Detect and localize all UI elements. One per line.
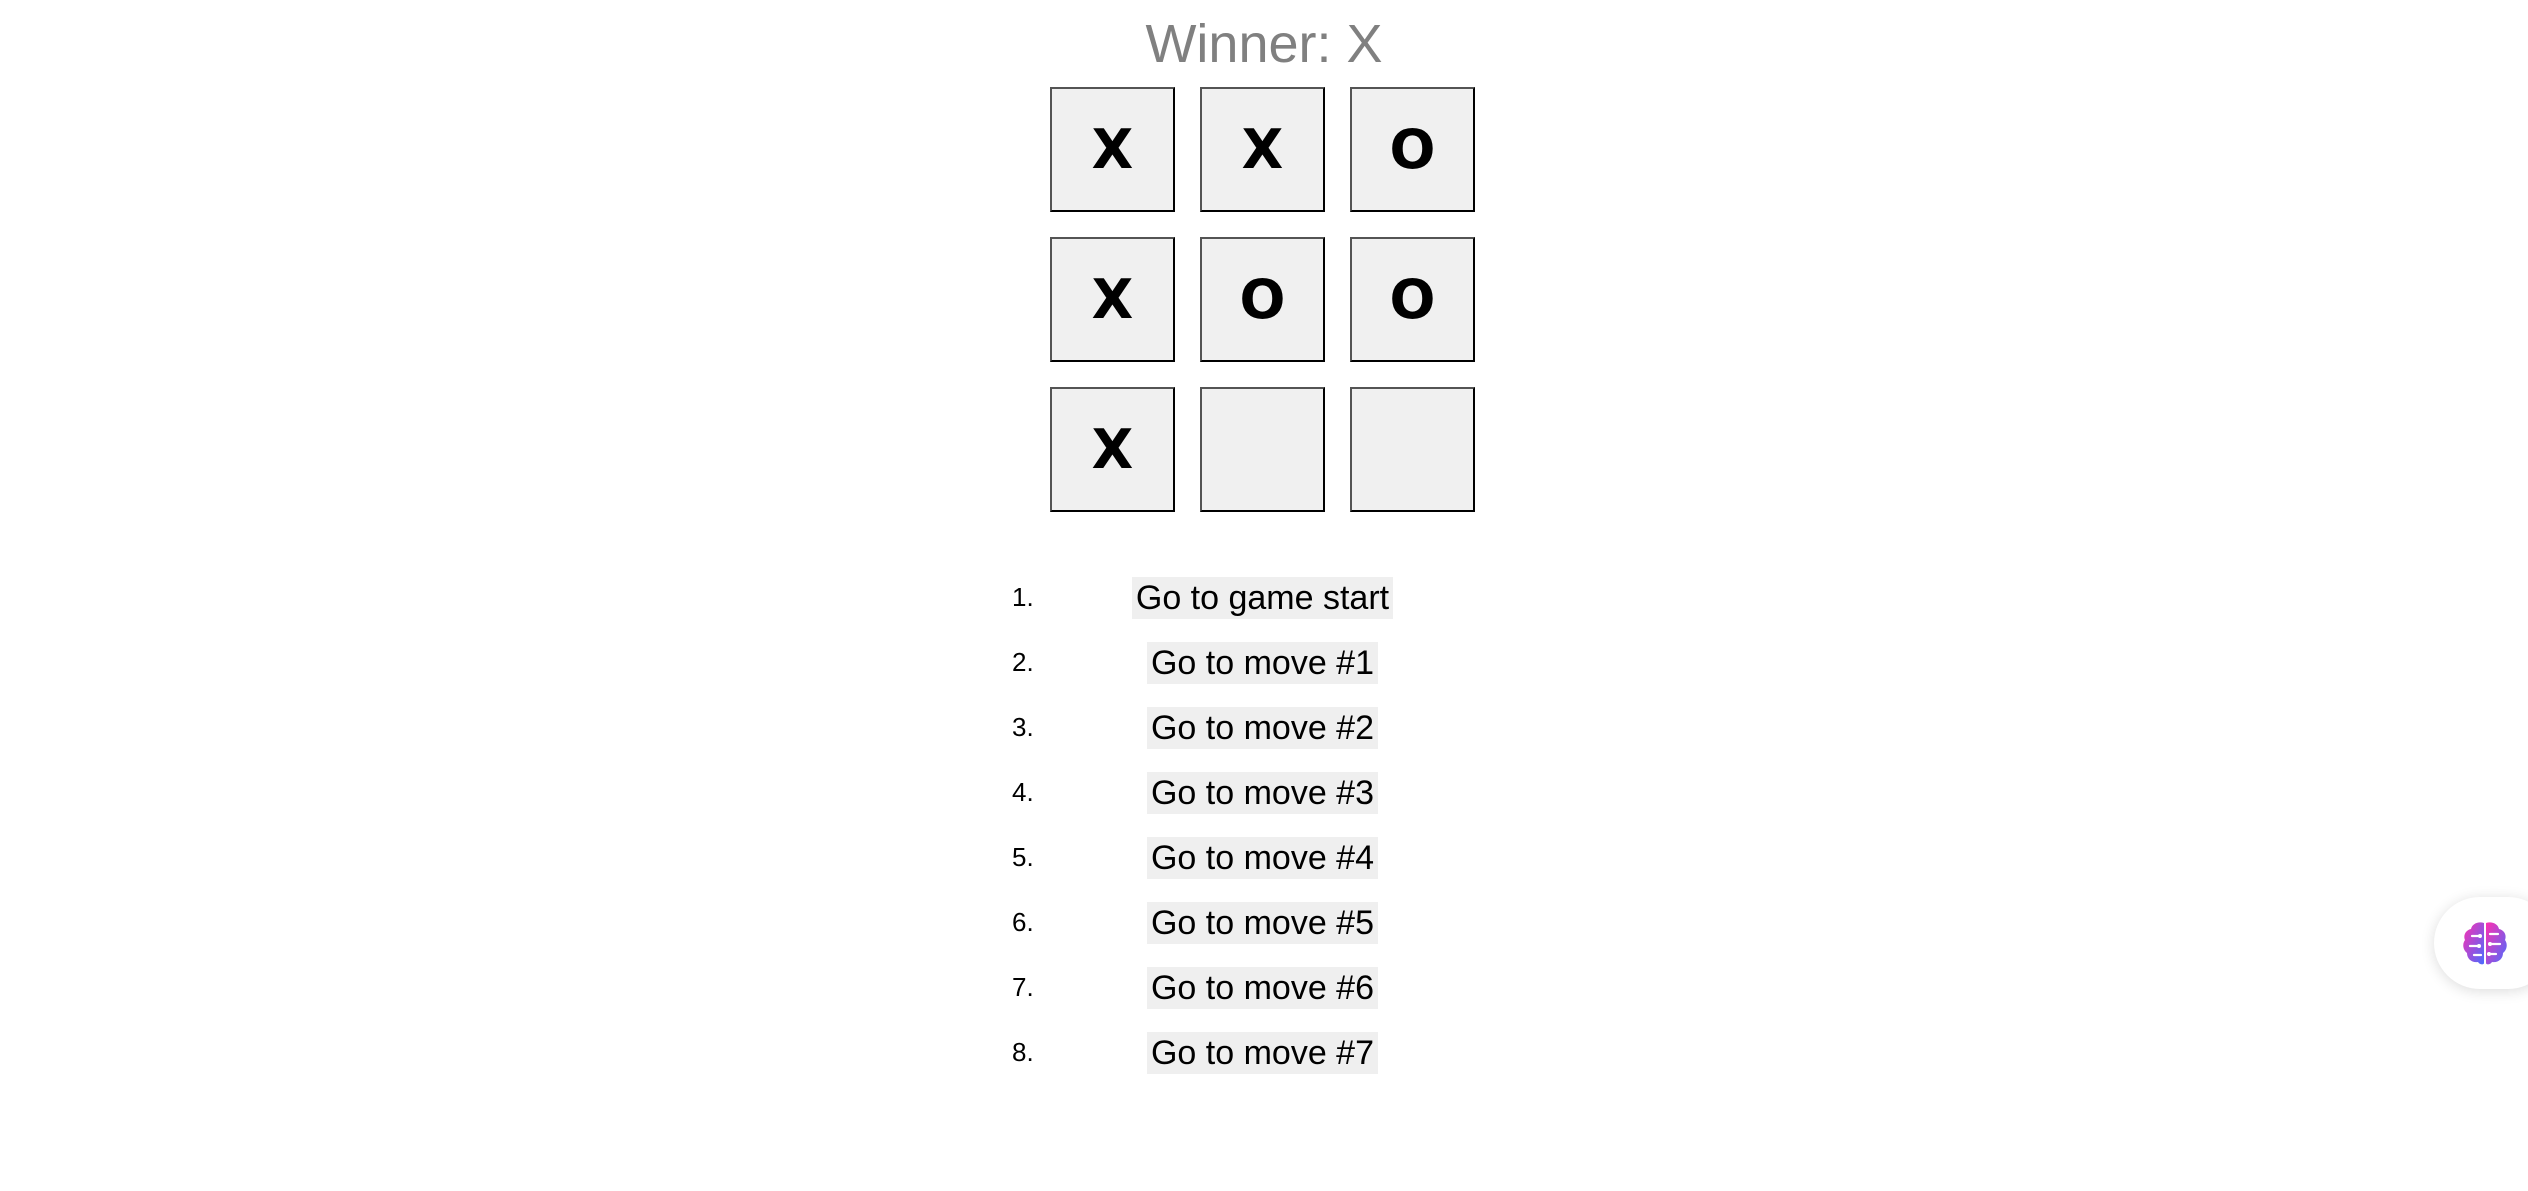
game-status: Winner: X	[1145, 14, 1383, 74]
go-to-move-7-button[interactable]: Go to move #7	[1146, 1031, 1378, 1074]
history-item: 5. Go to move #4	[1000, 825, 1525, 890]
history-item-number: 7.	[1012, 972, 1034, 1002]
go-to-move-6-button[interactable]: Go to move #6	[1146, 966, 1378, 1009]
history-item: 1. Go to game start	[1000, 565, 1525, 630]
tic-tac-toe-page: Winner: X X X O X O O X 1. Go to game st…	[0, 0, 2528, 1191]
go-to-move-4-button[interactable]: Go to move #4	[1146, 836, 1378, 879]
history-item: 2. Go to move #1	[1000, 630, 1525, 695]
board-square-9[interactable]	[1350, 387, 1475, 512]
assistant-launcher-button[interactable]	[2434, 897, 2528, 989]
board-square-8[interactable]	[1200, 387, 1325, 512]
history-item-number: 6.	[1012, 907, 1034, 937]
go-to-move-3-button[interactable]: Go to move #3	[1146, 771, 1378, 814]
board-square-2[interactable]: X	[1200, 87, 1325, 212]
history-item-number: 4.	[1012, 777, 1034, 807]
game-board: X X O X O O X	[1050, 87, 1475, 512]
history-item: 3. Go to move #2	[1000, 695, 1525, 760]
board-square-7[interactable]: X	[1050, 387, 1175, 512]
history-item-number: 5.	[1012, 842, 1034, 872]
history-item-number: 1.	[1012, 582, 1034, 612]
history-item: 8. Go to move #7	[1000, 1020, 1525, 1085]
board-square-3[interactable]: O	[1350, 87, 1475, 212]
board-square-4[interactable]: X	[1050, 237, 1175, 362]
brain-icon	[2463, 922, 2507, 965]
history-item-number: 3.	[1012, 712, 1034, 742]
history-item-number: 2.	[1012, 647, 1034, 677]
history-item: 7. Go to move #6	[1000, 955, 1525, 1020]
history-item-number: 8.	[1012, 1037, 1034, 1067]
board-square-6[interactable]: O	[1350, 237, 1475, 362]
go-to-move-5-button[interactable]: Go to move #5	[1146, 901, 1378, 944]
go-to-move-2-button[interactable]: Go to move #2	[1146, 706, 1378, 749]
go-to-move-1-button[interactable]: Go to move #1	[1146, 641, 1378, 684]
history-item: 6. Go to move #5	[1000, 890, 1525, 955]
history-item: 4. Go to move #3	[1000, 760, 1525, 825]
move-history-list: 1. Go to game start 2. Go to move #1 3. …	[1000, 565, 1525, 1085]
board-square-1[interactable]: X	[1050, 87, 1175, 212]
board-square-5[interactable]: O	[1200, 237, 1325, 362]
go-to-game-start-button[interactable]: Go to game start	[1131, 576, 1394, 619]
